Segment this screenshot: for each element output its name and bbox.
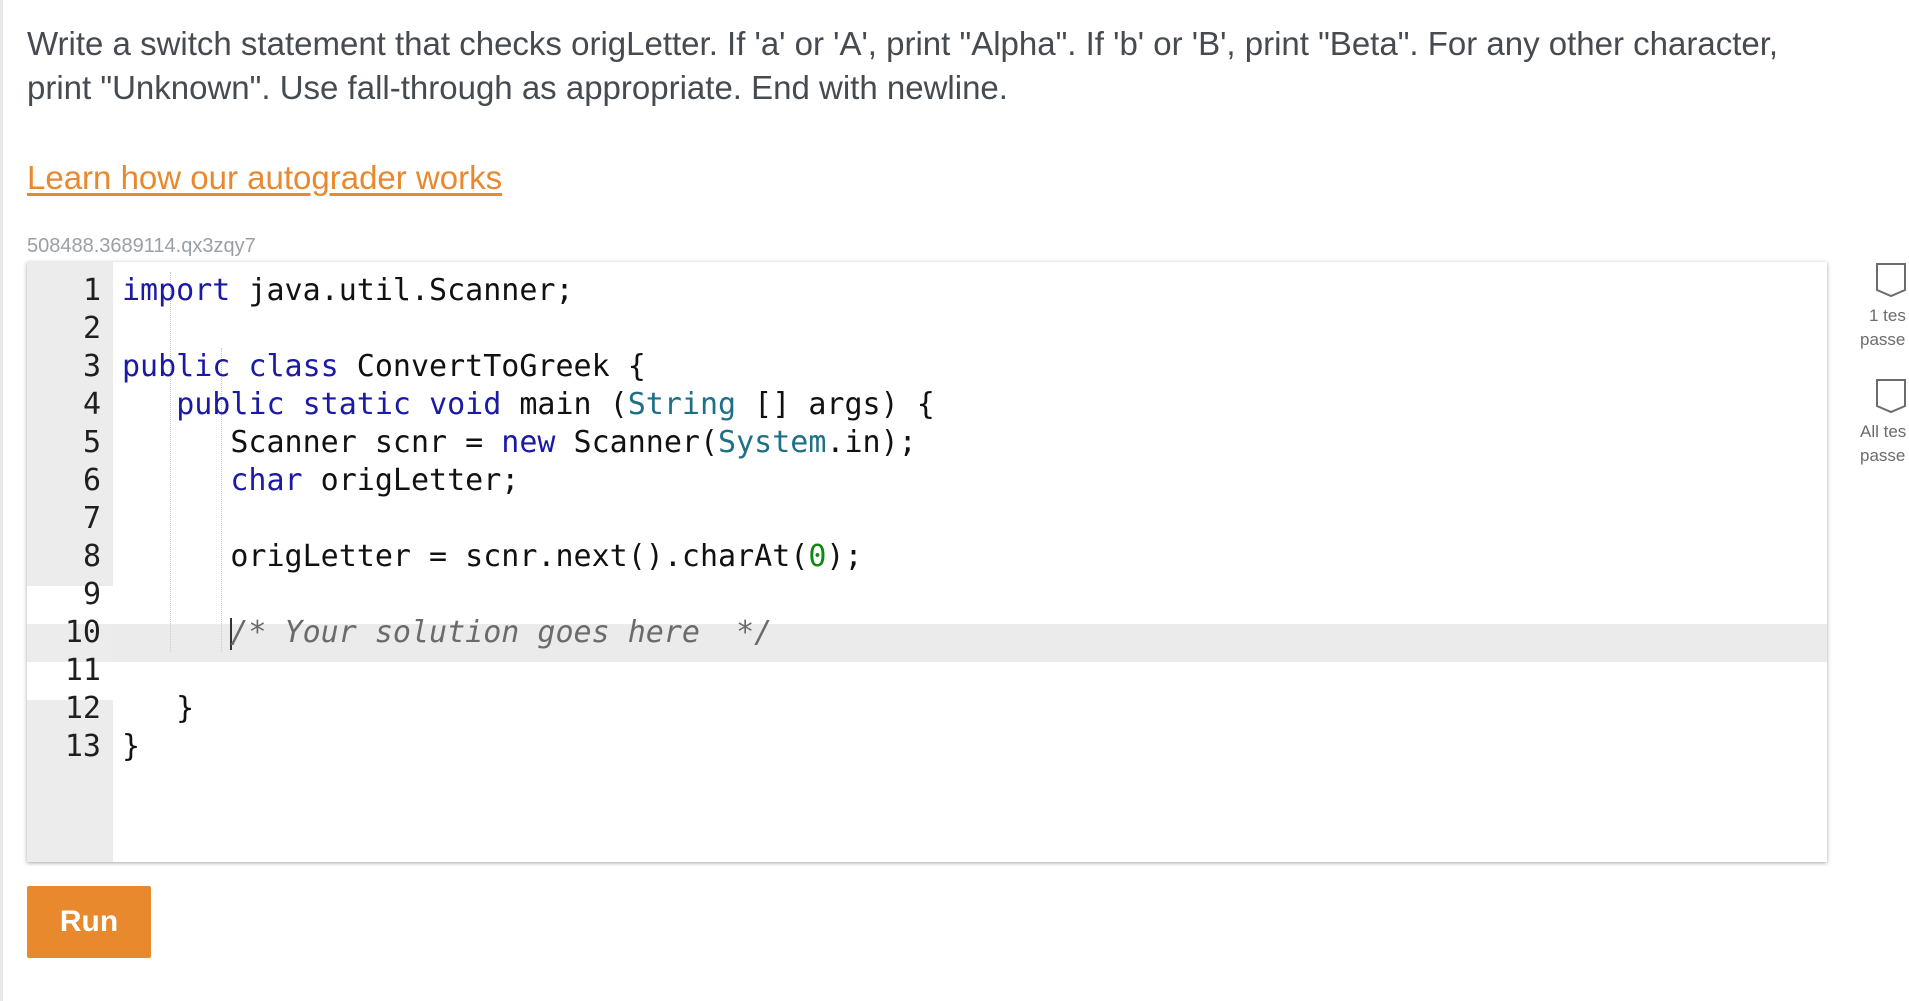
test-results-panel: 1 tes passe All tes passe [1855,262,1909,502]
code-text[interactable]: } [122,728,140,766]
code-line[interactable]: 12 } [27,690,1827,728]
code-token: } [122,691,195,726]
code-token: Scanner scnr = [122,425,502,460]
test-badge-icon [1876,379,1906,414]
code-keyword: public [176,387,285,422]
line-number: 7 [82,501,101,536]
code-text[interactable]: origLetter = scnr.next().charAt(0); [122,538,863,576]
code-token: main ( [501,387,628,422]
line-number: 13 [64,729,101,764]
code-line[interactable]: 7 [27,500,1827,538]
test-result-line2: passe [1860,446,1906,465]
code-token: 0 [808,539,827,574]
line-number: 4 [82,387,101,422]
code-token: java.util.Scanner; [230,273,574,308]
code-text[interactable]: } [122,690,194,728]
code-line[interactable]: 3 public class ConvertToGreek { [27,348,1827,386]
code-line[interactable]: 9 [27,576,1827,614]
code-token: ); [826,539,863,574]
line-number: 10 [64,615,101,650]
code-text[interactable]: /* Your solution goes here */ [122,614,772,652]
code-text[interactable]: import java.util.Scanner; [122,272,574,310]
code-keyword: class [248,349,339,384]
code-text[interactable]: char origLetter; [122,462,519,500]
code-token: String [627,387,737,422]
line-number: 11 [64,653,101,688]
code-token: ConvertToGreek { [338,349,646,384]
test-result-line1: All tes [1860,422,1907,441]
code-editor[interactable]: 1 import java.util.Scanner; 2 3 public class… [27,262,1827,862]
code-line[interactable]: 6 char origLetter; [27,462,1827,500]
challenge-id: 508488.3689114.qx3zqy7 [27,235,256,257]
problem-prompt: Write a switch statement that checks ori… [27,25,1779,106]
code-line[interactable]: 8 origLetter = scnr.next().charAt(0); [27,538,1827,576]
code-token: origLetter; [302,463,520,498]
code-line[interactable]: 2 [27,310,1827,348]
code-text[interactable]: public static void main (String [] args)… [122,386,935,424]
code-line[interactable]: 1 import java.util.Scanner; [27,272,1827,310]
line-number: 8 [82,539,101,574]
code-keyword: static [302,387,411,422]
code-text[interactable]: public class ConvertToGreek { [122,348,646,386]
test-result-line2: passe [1860,330,1906,349]
code-keyword: char [230,463,303,498]
code-line[interactable]: 4 public static void main (String [] arg… [27,386,1827,424]
left-border [0,0,3,1001]
code-token: [] args) { [736,387,935,422]
code-line[interactable]: 13} [27,728,1827,766]
code-token: System [718,425,827,460]
test-badge-icon [1876,263,1906,298]
code-token: } [122,729,141,764]
code-token: origLetter = scnr.next().charAt( [122,539,809,574]
line-number: 2 [82,311,101,346]
code-line[interactable]: 10 /* Your solution goes here */ [27,614,1827,652]
code-text[interactable]: Scanner scnr = new Scanner(System.in); [122,424,917,462]
test-result-item[interactable]: 1 tes passe [1855,262,1909,352]
code-token: .in); [826,425,917,460]
code-lines[interactable]: 1 import java.util.Scanner; 2 3 public class… [27,272,1827,766]
line-number: 6 [82,463,101,498]
line-number: 9 [82,577,101,612]
test-result-line1: 1 tes [1869,306,1906,325]
code-keyword: public [122,349,231,384]
code-token: Scanner( [555,425,719,460]
code-line[interactable]: 5 Scanner scnr = new Scanner(System.in); [27,424,1827,462]
run-button[interactable]: Run [27,886,151,958]
code-keyword: void [429,387,502,422]
code-line[interactable]: 11 [27,652,1827,690]
code-keyword: import [122,273,231,308]
line-number: 5 [82,425,101,460]
line-number: 12 [64,691,101,726]
test-result-item[interactable]: All tes passe [1855,378,1909,468]
code-keyword: new [501,425,556,460]
code-comment: /* Your solution goes here */ [230,615,773,650]
line-number: 3 [82,349,101,384]
line-number: 1 [82,273,101,308]
learn-autograder-link[interactable]: Learn how our autograder works [27,156,502,200]
